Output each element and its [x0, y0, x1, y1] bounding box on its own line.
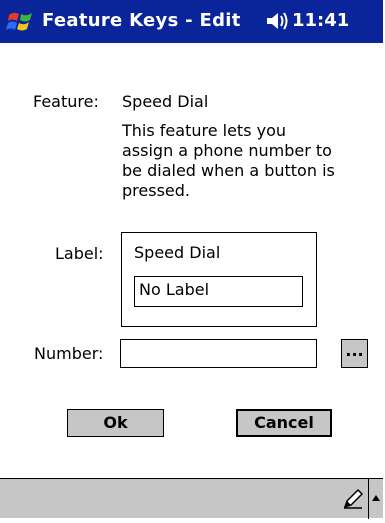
- input-panel-bar: [0, 478, 383, 519]
- ok-button[interactable]: Ok: [67, 409, 164, 437]
- cancel-button[interactable]: Cancel: [236, 409, 332, 437]
- browse-number-button[interactable]: ...: [341, 339, 368, 368]
- feature-label: Feature:: [33, 92, 99, 111]
- windows-flag-icon[interactable]: [6, 7, 36, 37]
- clock[interactable]: 11:41: [292, 10, 349, 31]
- speaker-icon[interactable]: [265, 10, 289, 32]
- up-arrow-icon: [372, 495, 380, 501]
- label-field-label: Label:: [55, 244, 104, 263]
- label-input[interactable]: No Label: [134, 276, 303, 307]
- number-field-label: Number:: [34, 344, 104, 363]
- feature-description: This feature lets you assign a phone num…: [122, 121, 335, 200]
- input-panel-toggle[interactable]: [368, 479, 383, 519]
- label-group-box: Speed Dial No Label: [121, 232, 317, 327]
- form-area: Feature: Speed Dial This feature lets yo…: [0, 43, 383, 478]
- label-group-title: Speed Dial: [134, 243, 221, 262]
- title-bar: Feature Keys - Edit 11:41: [0, 0, 383, 43]
- pen-icon[interactable]: [342, 488, 364, 510]
- window-title: Feature Keys - Edit: [42, 10, 241, 31]
- feature-value: Speed Dial: [122, 92, 209, 111]
- dialog-window: Feature Keys - Edit 11:41 Feature: Speed…: [0, 0, 383, 519]
- number-input[interactable]: [120, 339, 317, 368]
